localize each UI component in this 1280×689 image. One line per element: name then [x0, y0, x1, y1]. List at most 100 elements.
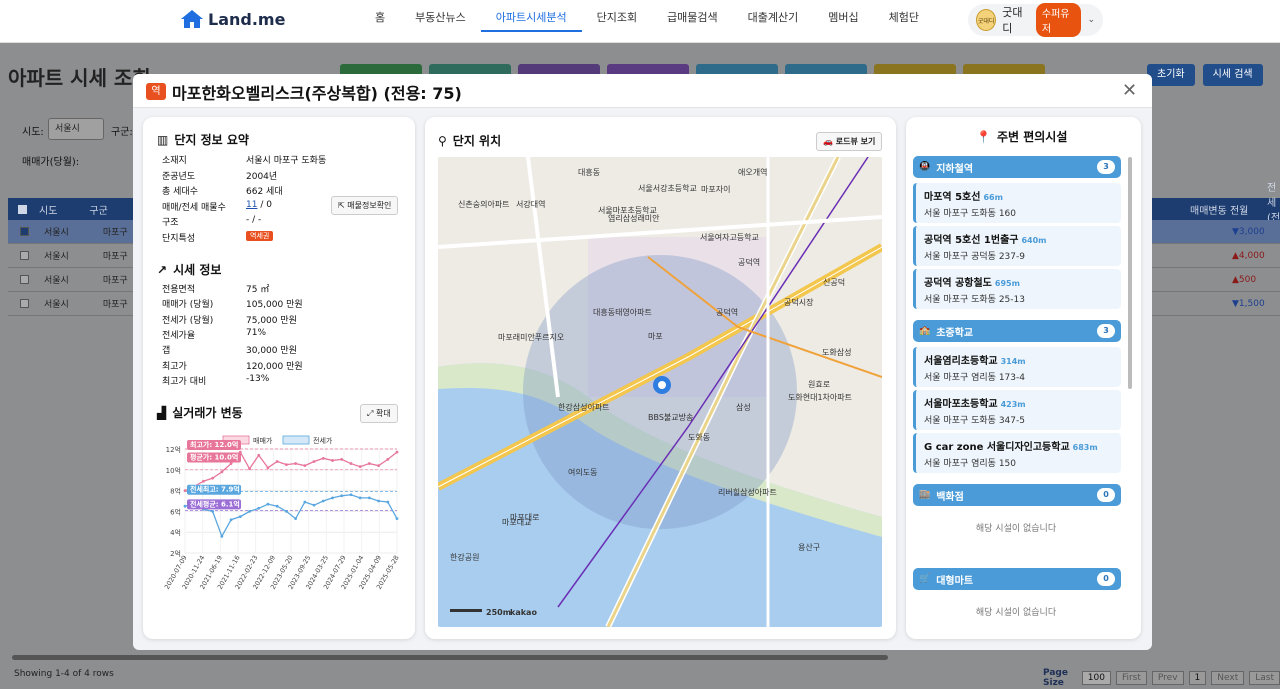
- pager-first[interactable]: First: [1115, 671, 1147, 685]
- nearby-title: 주변 편의시설: [996, 130, 1068, 144]
- row-checkbox[interactable]: [20, 299, 29, 308]
- data-point: [229, 462, 233, 465]
- pager-current[interactable]: 1: [1188, 671, 1207, 685]
- pager-next[interactable]: Next: [1211, 671, 1245, 685]
- summary-value: 서울시 마포구 도화동: [246, 156, 327, 166]
- facility-address: 서울 마포구 도화동 347-5: [924, 416, 1025, 426]
- nav-item[interactable]: 급매물검색: [652, 0, 733, 43]
- map-label: 원효로: [808, 380, 831, 389]
- col-trade-change[interactable]: 매매변동 전월: [1190, 202, 1248, 217]
- roadview-button[interactable]: 🚗 로드뷰 보기: [816, 132, 883, 151]
- data-point: [220, 470, 224, 474]
- price-key: 최고가: [162, 361, 187, 372]
- price-title-wrap: ↗ 시세 정보: [157, 261, 221, 278]
- gugun-label: 구군:: [111, 127, 133, 138]
- sido-select[interactable]: 서울시: [48, 118, 104, 140]
- location-card: ⚲ 단지 위치 🚗 로드뷰 보기 서강대역 대흥동 서울서강초등학교 신촌숭의아…: [425, 117, 896, 639]
- page-title: 아파트 시세 조회: [8, 66, 151, 90]
- category-header[interactable]: 🚇 지하철역 3: [913, 156, 1121, 178]
- reset-button[interactable]: 초기화: [1147, 64, 1195, 86]
- nav-item[interactable]: 아파트시세분석: [480, 0, 582, 32]
- data-point: [386, 458, 390, 461]
- facility-address: 서울 마포구 염리동 173-4: [924, 373, 1025, 383]
- pager-prev[interactable]: Prev: [1151, 671, 1184, 685]
- row-checkbox[interactable]: [20, 275, 29, 284]
- summary-key: 매매/전세 매물수: [162, 202, 226, 213]
- roadview-label: 로드뷰 보기: [835, 137, 876, 146]
- price-row: 매매가 (당월) 105,000 만원: [162, 297, 303, 310]
- map-label: 대흥동: [578, 168, 601, 177]
- user-menu[interactable]: 굿대디 굿대디 수퍼유저 ⌄: [968, 3, 1103, 37]
- logo[interactable]: Land.me: [180, 9, 285, 29]
- map-label: 도화삼성: [822, 348, 852, 357]
- pager-last[interactable]: Last: [1249, 671, 1280, 685]
- data-point: [303, 464, 307, 468]
- cell-trade-change: ▲500: [1232, 274, 1257, 285]
- data-point: [211, 476, 215, 480]
- data-point: [377, 464, 380, 468]
- category-header[interactable]: 🏫 초중학교 3: [913, 320, 1121, 342]
- category-header[interactable]: 🏬 백화점 0: [913, 484, 1121, 506]
- facility-distance: 695m: [994, 279, 1020, 288]
- nearby-facilities-card: 📍 주변 편의시설 🚇 지하철역 3 마포역 5호선 66m 서울 마포구 도화동 160…: [906, 117, 1141, 639]
- reference-label: 전세최고: 7.9억: [190, 485, 240, 494]
- station-area-badge: 역세권: [246, 231, 274, 241]
- data-point: [377, 499, 380, 503]
- map-label: 서울여자고등학교: [700, 233, 759, 242]
- data-point: [358, 465, 362, 469]
- facility-item[interactable]: 공덕역 5호선 1번출구 640m 서울 마포구 공덕동 237-9: [913, 226, 1121, 266]
- nav-item[interactable]: 단지조회: [582, 0, 652, 43]
- category-icon: 🚇: [919, 162, 931, 172]
- legend-label: 매매가: [253, 436, 273, 445]
- external-link-icon: ⇱: [338, 201, 345, 210]
- station-tag: 역: [146, 83, 166, 100]
- listing-count-link[interactable]: 11: [246, 200, 257, 210]
- facility-item[interactable]: 마포역 5호선 66m 서울 마포구 도화동 160: [913, 183, 1121, 223]
- nav-item[interactable]: 체험단: [874, 0, 934, 43]
- price-trend-chart: 매매가 전세가2억4억6억8억10억12억2020-07-092020-11-24…: [163, 435, 401, 591]
- horizontal-scrollbar[interactable]: [12, 655, 888, 660]
- nav-item[interactable]: 부동산뉴스: [400, 0, 481, 43]
- col-gugun[interactable]: 구군: [89, 202, 107, 217]
- nav-item[interactable]: 홈: [360, 0, 400, 43]
- price-value: 71%: [246, 327, 267, 338]
- nav-item[interactable]: 대출계산기: [733, 0, 814, 43]
- cell-gugun: 마포구: [102, 300, 128, 310]
- close-icon[interactable]: ✕: [1122, 80, 1137, 101]
- map-label: 도화현대1차아파트: [788, 393, 852, 402]
- facility-line: 공덕역 공항철도 695m: [924, 274, 1113, 289]
- expand-chart-button[interactable]: ⤢ 확대: [360, 404, 398, 423]
- search-button[interactable]: 시세 검색: [1202, 64, 1263, 86]
- facility-item[interactable]: 서울마포초등학교 423m 서울 마포구 도화동 347-5: [913, 390, 1121, 430]
- category-name: 백화점: [936, 491, 964, 503]
- facility-item[interactable]: 서울염리초등학교 314m 서울 마포구 염리동 173-4: [913, 347, 1121, 387]
- y-tick-label: 6억: [170, 508, 181, 516]
- row-checkbox[interactable]: [20, 251, 29, 260]
- user-name: 굿대디: [1002, 6, 1023, 35]
- cell-sido: 서울시: [44, 276, 69, 286]
- price-value: -13%: [246, 373, 270, 384]
- price-row: 갭 30,000 만원: [162, 343, 297, 356]
- summary-row: 소재지 서울시 마포구 도화동: [162, 153, 326, 166]
- location-title: 단지 위치: [452, 134, 502, 148]
- sido-label: 시도:: [22, 127, 44, 138]
- facility-item[interactable]: 공덕역 공항철도 695m 서울 마포구 도화동 25-13: [913, 269, 1121, 309]
- select-all-checkbox[interactable]: [18, 204, 27, 214]
- row-checkbox[interactable]: [20, 227, 29, 236]
- page-size-select[interactable]: 100: [1081, 671, 1111, 685]
- y-tick-label: 4억: [170, 529, 181, 537]
- facility-item[interactable]: G car zone 서울디자인고등학교 683m 서울 마포구 염리동 150: [913, 433, 1121, 473]
- nav-item[interactable]: 멤버십: [813, 0, 873, 43]
- map-view[interactable]: 서강대역 대흥동 서울서강초등학교 신촌숭의아파트 마포자이 공덕역 서울여자고등학교 도화현…: [438, 157, 882, 627]
- data-point: [331, 496, 334, 500]
- category-header[interactable]: 🛒 대형마트 0: [913, 568, 1121, 590]
- data-point: [248, 510, 251, 513]
- page-size-label: Page Size: [1043, 668, 1068, 688]
- listing-info-button[interactable]: ⇱ 매물정보확인: [331, 196, 399, 215]
- col-sido[interactable]: 시도: [39, 202, 57, 217]
- vertical-scrollbar[interactable]: [1128, 157, 1132, 389]
- category-name: 초중학교: [936, 327, 974, 339]
- data-point: [395, 450, 399, 454]
- price-row: 전세가 (당월) 75,000 만원: [162, 313, 297, 326]
- data-point: [211, 510, 215, 513]
